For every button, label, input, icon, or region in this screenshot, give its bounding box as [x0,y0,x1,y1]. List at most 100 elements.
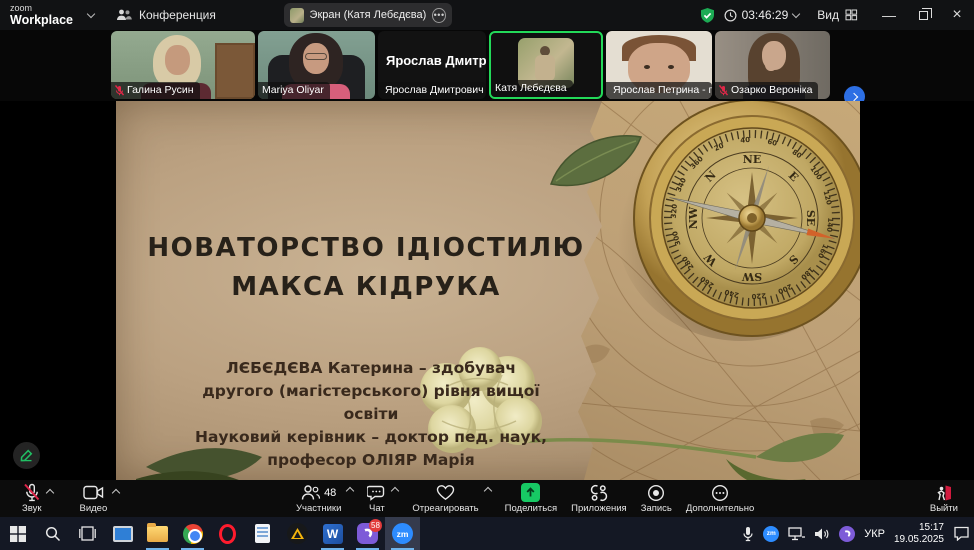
exit-door-icon [935,484,953,502]
svg-text:SE: SE [804,210,817,226]
zoom-app-active[interactable]: zm [385,517,420,550]
video-tile-galyna[interactable]: Галина Русин [111,31,255,99]
participant-name: Галина Русин [127,84,194,96]
document-app[interactable] [245,517,280,550]
tray-zoom-icon[interactable]: zm [763,526,779,542]
audio-label: Звук [22,503,41,514]
view-label: Вид [817,8,839,22]
slide-body-line: Науковий керівник – доктор пед. наук, [136,426,606,449]
word-icon: W [323,524,343,544]
opera-icon [219,524,236,544]
video-tile-ozarko[interactable]: Озарко Вероніка [715,31,830,99]
more-label: Дополнительно [686,503,754,514]
react-button[interactable]: Отреагировать [412,480,478,517]
apps-button[interactable]: Приложения [571,480,627,517]
nameplate: Галина Русин [111,82,200,99]
video-options-icon[interactable] [112,488,120,496]
chat-button[interactable]: Чат [367,480,386,517]
share-screen-button[interactable]: Поделиться [505,480,557,517]
tray-viber-icon[interactable] [839,526,855,542]
audio-button[interactable]: Звук [22,480,41,517]
viber-app[interactable]: 58 [350,517,385,550]
leave-button[interactable]: Выйти [930,480,958,517]
record-button[interactable]: Запись [641,480,672,517]
mic-muted-icon [115,85,124,96]
slide-body-line: ЛЄБЄДЄВА Катерина – здобувач [136,357,606,380]
participants-button[interactable]: 48 Участники [296,480,341,517]
action-center-icon[interactable] [953,526,970,541]
video-button[interactable]: Видео [79,480,107,517]
avg-antivirus-icon [287,523,308,544]
leaf-illustration [546,129,646,199]
nameplate: Mariya Oliyar [258,82,330,99]
video-tile-katya-active[interactable]: Катя Лєбєдєва [489,31,603,99]
participant-name: Mariya Oliyar [262,84,324,96]
task-view-button[interactable] [70,517,105,550]
file-explorer-app[interactable] [140,517,175,550]
react-options-icon[interactable] [483,487,491,495]
search-button[interactable] [35,517,70,550]
minimize-button[interactable]: — [872,0,906,30]
video-strip: Галина Русин Mariya Oliyar Ярослав Дмитр… [0,30,974,101]
start-button[interactable] [0,517,35,550]
chrome-app[interactable] [175,517,210,550]
pencil-icon [20,449,33,462]
svg-text:140: 140 [825,217,834,232]
network-icon[interactable] [788,527,805,541]
participants-icon [301,484,321,501]
annotate-button[interactable] [13,442,40,469]
svg-text:NE: NE [743,153,761,166]
more-button[interactable]: Дополнительно [686,480,754,517]
opera-app[interactable] [210,517,245,550]
clock-date[interactable]: 15:17 19.05.2025 [894,522,944,546]
timer-dropdown-icon[interactable] [792,9,800,17]
view-button[interactable]: Вид [817,8,858,22]
participants-options-icon[interactable] [346,487,354,495]
avg-app[interactable] [280,517,315,550]
video-tile-mariya[interactable]: Mariya Oliyar [258,31,375,99]
clock-icon [724,9,737,22]
tab-conference[interactable]: Конференция [116,0,216,30]
nameplate: Ярослав Петрина - п... [606,82,712,99]
tab-options-icon[interactable]: ••• [432,8,446,23]
shared-screen-area: 2040608010012014016018020022024026028030… [0,101,974,480]
restore-button[interactable] [906,0,940,30]
language-indicator[interactable]: УКР [864,528,885,540]
zoom-workplace-logo: zoom Workplace [10,2,73,26]
participants-label: Участники [296,503,341,514]
zoom-app-icon: zm [392,523,413,544]
chat-label: Чат [369,503,385,514]
nameplate: Озарко Вероніка [715,82,818,99]
share-label: Поделиться [505,503,557,514]
tray-time: 15:17 [894,522,944,534]
apps-label: Приложения [571,503,627,514]
workspace-dropdown-icon[interactable] [87,10,95,18]
media-player-app[interactable] [105,517,140,550]
chat-icon [367,484,386,501]
tab-shared-screen[interactable]: Экран (Катя Лебєдєва) ••• [284,3,452,27]
compass-illustration: 2040608010012014016018020022024026028030… [621,101,860,349]
word-app[interactable]: W [315,517,350,550]
participant-name: Катя Лєбєдєва [495,82,567,94]
audio-options-icon[interactable] [46,488,54,496]
slide-body-line: професор ОЛІЯР Марія [136,449,606,472]
people-icon [116,8,132,22]
apps-icon [590,484,608,502]
chat-options-icon[interactable] [391,487,399,495]
video-tile-yaroslav-p[interactable]: Ярослав Петрина - п... [606,31,712,99]
svg-text:NW: NW [687,206,700,229]
task-view-icon [79,526,96,541]
tab-conference-label: Конференция [139,8,216,22]
security-shield-icon[interactable] [699,7,716,24]
tray-mic-icon[interactable] [742,526,754,542]
volume-icon[interactable] [814,527,830,541]
slide-title: НОВАТОРСТВО ІДІОСТИЛЮ МАКСА КІДРУКА [126,229,606,307]
participant-name: Озарко Вероніка [731,84,812,96]
record-label: Запись [641,503,672,514]
logo-line2: Workplace [10,14,73,26]
record-icon [647,484,665,502]
video-tile-yaroslav-d[interactable]: Ярослав Дмитр... Ярослав Дмитрович ... [378,31,486,99]
close-button[interactable]: × [940,0,974,30]
title-bar: zoom Workplace Конференция Экран (Катя Л… [0,0,974,30]
meeting-timer[interactable]: 03:46:29 [724,8,800,22]
